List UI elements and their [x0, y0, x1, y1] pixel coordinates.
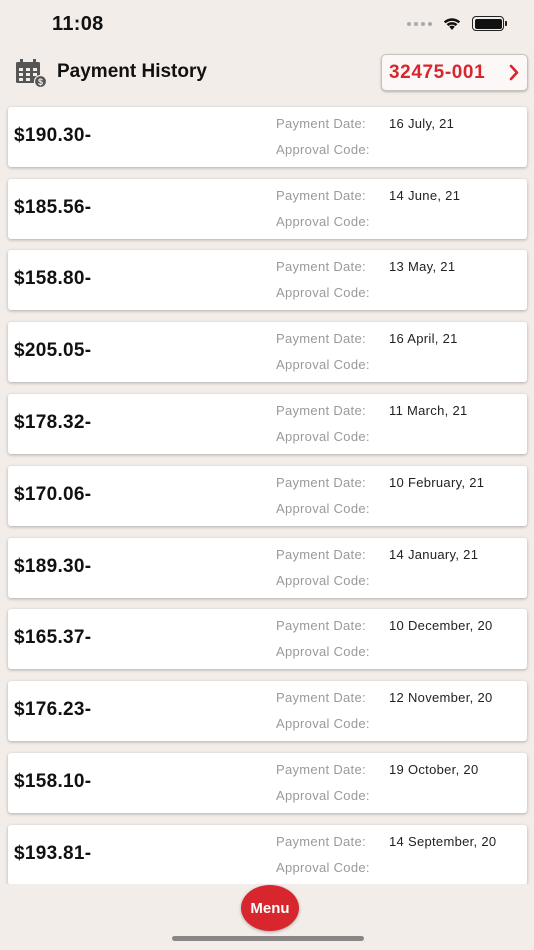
account-selector-button[interactable]: 32475-001	[381, 54, 528, 91]
payment-date-value: 14 September, 20	[389, 834, 497, 849]
payment-amount: $176.23-	[14, 699, 92, 720]
payment-date-value: 16 July, 21	[389, 116, 455, 131]
payment-date-label: Payment Date:	[276, 116, 366, 131]
approval-code-label: Approval Code:	[276, 644, 370, 659]
approval-code-label: Approval Code:	[276, 860, 370, 875]
payment-date-value: 12 November, 20	[389, 690, 493, 705]
payment-card[interactable]: $178.32- Payment Date: 11 March, 21 Appr…	[8, 394, 527, 454]
svg-text:$: $	[38, 77, 43, 87]
payment-amount: $193.81-	[14, 843, 92, 864]
status-icons	[407, 16, 507, 31]
payment-date-value: 19 October, 20	[389, 762, 479, 777]
payment-date-value: 10 December, 20	[389, 618, 493, 633]
payment-card[interactable]: $193.81- Payment Date: 14 September, 20 …	[8, 825, 527, 885]
payment-amount: $170.06-	[14, 484, 92, 505]
payment-date-label: Payment Date:	[276, 259, 366, 274]
status-time: 11:08	[52, 13, 104, 35]
payment-date-label: Payment Date:	[276, 475, 366, 490]
payment-amount: $189.30-	[14, 556, 92, 577]
payment-date-value: 11 March, 21	[389, 403, 468, 418]
payment-date-label: Payment Date:	[276, 690, 366, 705]
payment-card[interactable]: $158.80- Payment Date: 13 May, 21 Approv…	[8, 250, 527, 310]
payment-card[interactable]: $165.37- Payment Date: 10 December, 20 A…	[8, 609, 527, 669]
chevron-right-icon	[509, 64, 519, 81]
payment-card[interactable]: $185.56- Payment Date: 14 June, 21 Appro…	[8, 179, 527, 239]
payment-date-value: 14 June, 21	[389, 188, 461, 203]
payment-amount: $178.32-	[14, 412, 92, 433]
payment-date-value: 16 April, 21	[389, 331, 458, 346]
payment-card[interactable]: $158.10- Payment Date: 19 October, 20 Ap…	[8, 753, 527, 813]
calendar-dollar-icon: $	[16, 59, 47, 88]
wifi-icon	[443, 18, 461, 30]
home-indicator	[172, 936, 364, 941]
payment-date-label: Payment Date:	[276, 834, 366, 849]
payment-date-label: Payment Date:	[276, 188, 366, 203]
approval-code-label: Approval Code:	[276, 357, 370, 372]
payment-amount: $158.80-	[14, 268, 92, 289]
approval-code-label: Approval Code:	[276, 285, 370, 300]
approval-code-label: Approval Code:	[276, 573, 370, 588]
payment-date-label: Payment Date:	[276, 618, 366, 633]
approval-code-label: Approval Code:	[276, 716, 370, 731]
approval-code-label: Approval Code:	[276, 142, 370, 157]
payment-amount: $190.30-	[14, 125, 92, 146]
cellular-signal-icon	[407, 21, 432, 26]
payment-date-value: 14 January, 21	[389, 547, 479, 562]
approval-code-label: Approval Code:	[276, 214, 370, 229]
payment-date-label: Payment Date:	[276, 762, 366, 777]
approval-code-label: Approval Code:	[276, 788, 370, 803]
payment-date-label: Payment Date:	[276, 547, 366, 562]
menu-button[interactable]: Menu	[241, 885, 299, 931]
payment-card[interactable]: $176.23- Payment Date: 12 November, 20 A…	[8, 681, 527, 741]
payment-amount: $205.05-	[14, 340, 92, 361]
approval-code-label: Approval Code:	[276, 501, 370, 516]
account-number: 32475-001	[389, 61, 486, 83]
payment-card[interactable]: $170.06- Payment Date: 10 February, 21 A…	[8, 466, 527, 526]
payment-date-label: Payment Date:	[276, 331, 366, 346]
payment-card[interactable]: $189.30- Payment Date: 14 January, 21 Ap…	[8, 538, 527, 598]
battery-icon	[472, 16, 507, 31]
payment-date-value: 13 May, 21	[389, 259, 456, 274]
payment-amount: $158.10-	[14, 771, 92, 792]
payment-card[interactable]: $205.05- Payment Date: 16 April, 21 Appr…	[8, 322, 527, 382]
page-title: Payment History	[57, 61, 207, 82]
header: $ Payment History 32475-001	[0, 48, 534, 96]
status-bar: 11:08	[0, 0, 534, 48]
payment-amount: $165.37-	[14, 627, 92, 648]
payment-amount: $185.56-	[14, 197, 92, 218]
payment-card[interactable]: $190.30- Payment Date: 16 July, 21 Appro…	[8, 107, 527, 167]
approval-code-label: Approval Code:	[276, 429, 370, 444]
payment-date-value: 10 February, 21	[389, 475, 485, 490]
payment-date-label: Payment Date:	[276, 403, 366, 418]
